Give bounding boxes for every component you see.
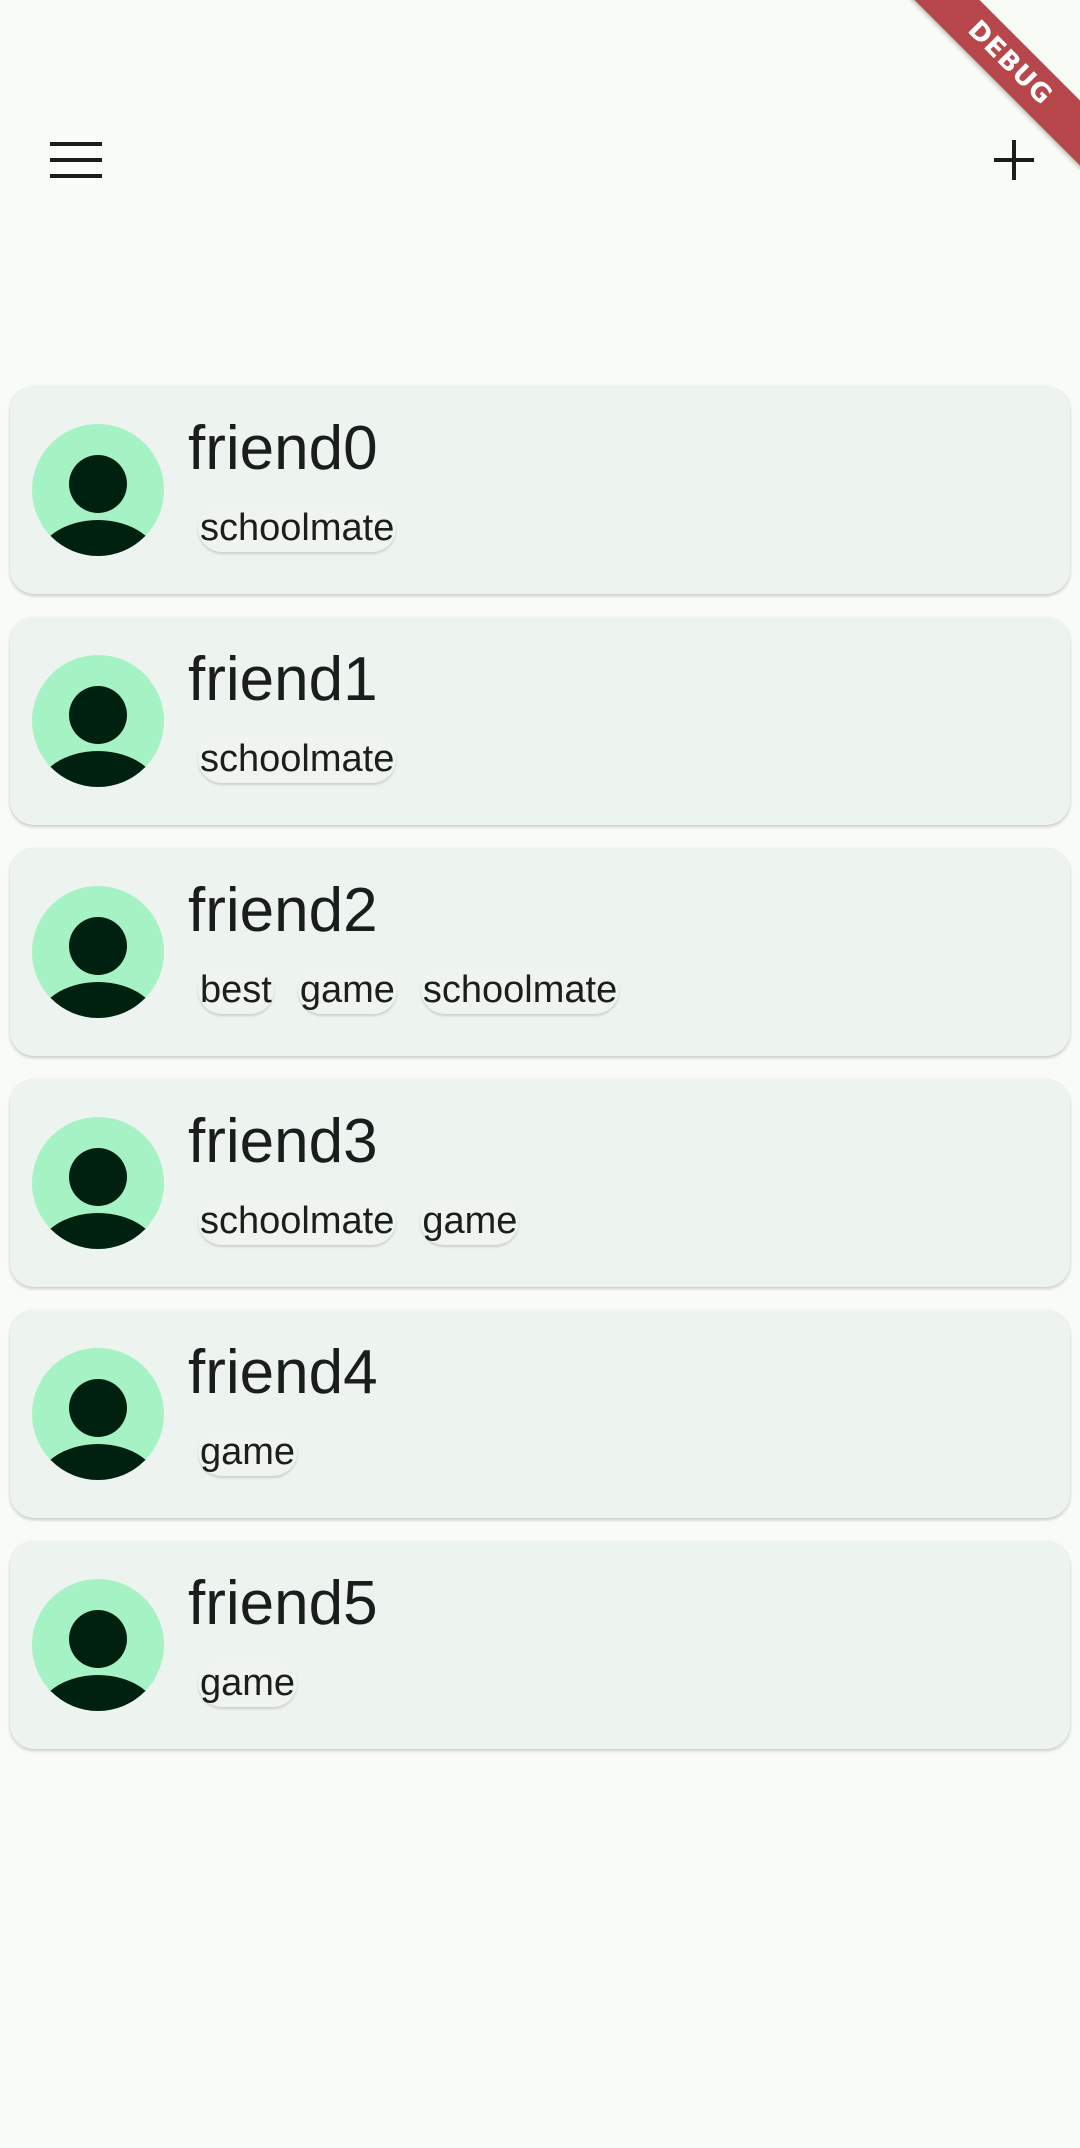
friend-card[interactable]: friend3 schoolmate game: [10, 1079, 1070, 1287]
tag-chip[interactable]: schoolmate: [198, 504, 397, 552]
avatar: [32, 1579, 164, 1711]
avatar: [32, 655, 164, 787]
friend-name: friend4: [188, 1338, 378, 1407]
person-icon: [37, 1379, 159, 1480]
friend-name: friend2: [188, 876, 378, 945]
tag-chip[interactable]: schoolmate: [198, 735, 397, 783]
friend-card[interactable]: friend1 schoolmate: [10, 617, 1070, 825]
person-icon: [37, 1148, 159, 1249]
tag-list: game: [198, 1428, 298, 1476]
avatar: [32, 886, 164, 1018]
friend-card[interactable]: friend2 best game schoolmate: [10, 848, 1070, 1056]
tag-list: best game schoolmate: [198, 966, 620, 1014]
avatar: [32, 424, 164, 556]
friend-card[interactable]: friend5 game: [10, 1541, 1070, 1749]
menu-icon: [50, 142, 102, 178]
friend-card[interactable]: friend4 game: [10, 1310, 1070, 1518]
friend-card[interactable]: friend0 schoolmate: [10, 386, 1070, 594]
person-icon: [37, 686, 159, 787]
tag-chip[interactable]: game: [420, 1197, 520, 1245]
friend-name: friend0: [188, 414, 378, 483]
add-icon: [994, 140, 1034, 180]
tag-list: schoolmate game: [198, 1197, 520, 1245]
add-friend-button[interactable]: [974, 120, 1054, 200]
tag-chip[interactable]: game: [198, 1659, 298, 1707]
friend-name: friend5: [188, 1569, 378, 1638]
tag-list: game: [198, 1659, 298, 1707]
person-icon: [37, 1610, 159, 1711]
menu-button[interactable]: [36, 120, 116, 200]
person-icon: [37, 917, 159, 1018]
friend-list: friend0 schoolmate friend1 schoolmate friend…: [10, 386, 1070, 1772]
tag-list: schoolmate: [198, 504, 397, 552]
tag-list: schoolmate: [198, 735, 397, 783]
friend-name: friend1: [188, 645, 378, 714]
tag-chip[interactable]: game: [198, 1428, 298, 1476]
avatar: [32, 1117, 164, 1249]
friends-screen: friend0 schoolmate friend1 schoolmate friend…: [0, 0, 1080, 2148]
tag-chip[interactable]: best: [198, 966, 274, 1014]
avatar: [32, 1348, 164, 1480]
person-icon: [37, 455, 159, 556]
friend-name: friend3: [188, 1107, 378, 1176]
tag-chip[interactable]: schoolmate: [420, 966, 620, 1014]
app-bar: [0, 0, 1080, 320]
tag-chip[interactable]: game: [297, 966, 397, 1014]
tag-chip[interactable]: schoolmate: [198, 1197, 397, 1245]
